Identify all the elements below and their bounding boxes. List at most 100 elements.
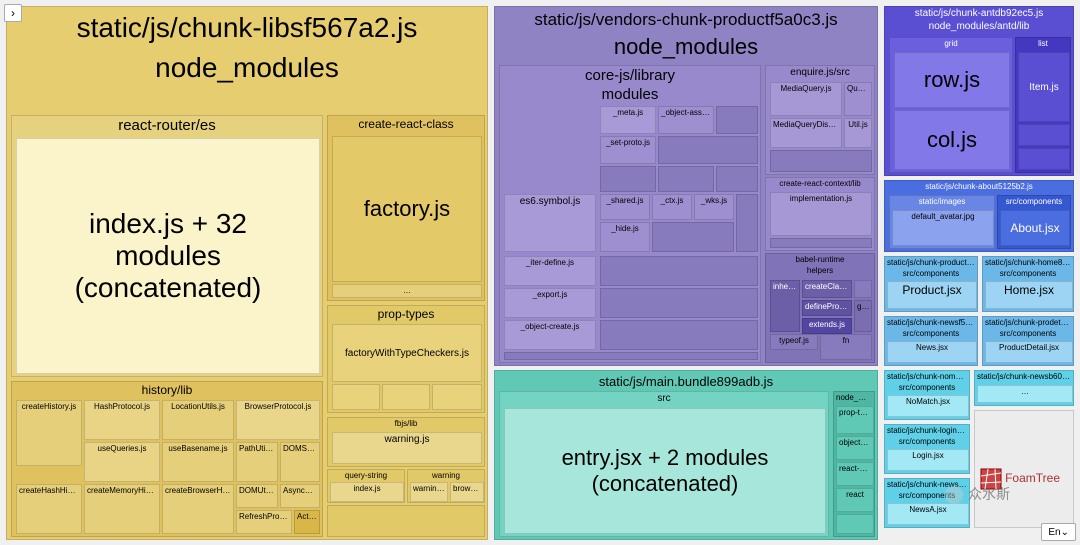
h-hashProtocol[interactable]: HashProtocol.js xyxy=(84,400,160,440)
h-createHashHistory[interactable]: createHashHistory.js xyxy=(16,484,82,534)
antd-list[interactable]: list Item.js xyxy=(1015,37,1071,173)
main-oa[interactable]: object-assign xyxy=(836,436,874,460)
m5[interactable] xyxy=(716,166,758,192)
implementation[interactable]: implementation.js xyxy=(770,192,872,236)
export[interactable]: _export.js xyxy=(504,288,596,318)
h-asyncUtils[interactable]: AsyncUtils.js xyxy=(280,484,320,508)
misc-group[interactable] xyxy=(327,505,485,537)
m7[interactable] xyxy=(652,222,734,252)
h-locationUtils[interactable]: LocationUtils.js xyxy=(162,400,234,440)
inherits[interactable]: inherits.js xyxy=(770,280,800,332)
h-domStorage[interactable]: DOMStateStorage.js xyxy=(280,442,320,482)
antd-grid[interactable]: grid row.js col.js xyxy=(889,37,1013,173)
about-images[interactable]: static/images default_avatar.jpg xyxy=(889,195,995,249)
warning-block[interactable]: warning.js xyxy=(332,432,482,464)
m2[interactable] xyxy=(658,136,758,164)
m-grid3[interactable] xyxy=(600,320,758,350)
qs-index[interactable]: index.js xyxy=(330,482,404,502)
m4[interactable] xyxy=(658,166,714,192)
h-useBasename[interactable]: useBasename.js xyxy=(162,442,234,482)
m1[interactable] xyxy=(716,106,758,134)
wl-browser[interactable]: browser.js xyxy=(450,482,484,502)
crc-group[interactable]: create-react-context/lib implementation.… xyxy=(765,177,875,251)
h-createMemoryHistory[interactable]: createMemoryHistory.js xyxy=(84,484,160,534)
main-rdom[interactable]: react-dom xyxy=(836,462,874,486)
create-react-class-group[interactable]: create-react-class factory.js … xyxy=(327,115,485,301)
enquire-group[interactable]: enquire.js/src MediaQuery.js QueryHandle… xyxy=(765,65,875,175)
fn-group[interactable] xyxy=(504,352,758,360)
util[interactable]: Util.js xyxy=(844,118,872,148)
main-src[interactable]: src entry.jsx + 2 modules (concatenated) xyxy=(499,391,829,537)
hide[interactable]: _hide.js xyxy=(600,222,650,252)
nomatch-jsx[interactable]: NoMatch.jsx xyxy=(887,395,969,417)
h-createBrowserHistory[interactable]: createBrowserHistory.js xyxy=(162,484,234,534)
typeof[interactable]: typeof.js xyxy=(770,334,818,350)
set-proto[interactable]: _set-proto.js xyxy=(600,136,656,164)
extends[interactable]: extends.js xyxy=(802,318,852,334)
login-jsx[interactable]: Login.jsx xyxy=(887,449,969,471)
newsb-dots[interactable]: … xyxy=(977,385,1073,403)
chunk-product[interactable]: static/js/chunk-product519b62.js src/com… xyxy=(884,256,978,312)
enq-small[interactable] xyxy=(770,150,872,172)
es6-symbol[interactable]: es6.symbol.js xyxy=(504,194,596,252)
list-s2[interactable] xyxy=(1018,148,1070,170)
iter-define[interactable]: _iter-define.js xyxy=(504,256,596,286)
m6[interactable] xyxy=(736,194,758,252)
row-block[interactable]: row.js xyxy=(894,52,1010,108)
pt-small3[interactable] xyxy=(432,384,482,410)
avatar-block[interactable]: default_avatar.jpg xyxy=(892,210,994,246)
news-jsx[interactable]: News.jsx xyxy=(887,341,977,363)
shared[interactable]: _shared.js xyxy=(600,194,650,220)
entry-block[interactable]: entry.jsx + 2 modules (concatenated) xyxy=(504,408,826,534)
about-jsx[interactable]: About.jsx xyxy=(1000,210,1070,246)
warning-lib-group[interactable]: warning warning.js browser.js xyxy=(407,469,485,503)
newsa-jsx[interactable]: NewsA.jsx xyxy=(887,503,969,525)
chunk-vendors[interactable]: static/js/vendors-chunk-productf5a0c3.js… xyxy=(494,6,878,366)
wks[interactable]: _wks.js xyxy=(694,194,734,220)
factory-checkers[interactable]: factoryWithTypeCheckers.js xyxy=(332,324,482,382)
defineProperty[interactable]: defineProperty.js xyxy=(802,300,852,316)
product-jsx[interactable]: Product.jsx xyxy=(887,281,977,309)
react-router-group[interactable]: react-router/es index.js + 32 modules (c… xyxy=(11,115,323,377)
factory-block[interactable]: factory.js xyxy=(332,136,482,282)
main-bundle[interactable]: static/js/main.bundle899adb.js src entry… xyxy=(494,370,878,540)
chunk-home[interactable]: static/js/chunk-home872427.js src/compon… xyxy=(982,256,1074,312)
h-actions[interactable]: Actions.js xyxy=(294,510,320,534)
main-nm[interactable]: node_modules prop-types object-assign re… xyxy=(833,391,875,537)
querystring-group[interactable]: query-string index.js xyxy=(327,469,405,503)
babel-group[interactable]: babel-runtime helpers createClass.js inh… xyxy=(765,253,875,363)
query-handler[interactable]: QueryHandler.js xyxy=(844,82,872,116)
pt-small2[interactable] xyxy=(382,384,430,410)
about-src[interactable]: src/components About.jsx xyxy=(997,195,1071,249)
m-grid2[interactable] xyxy=(600,288,758,318)
h-domUtils[interactable]: DOMUtils.js xyxy=(236,484,278,508)
chunk-pdetail[interactable]: static/js/chunk-prodetailTceb98.js src/c… xyxy=(982,316,1074,366)
object-assign-mod[interactable]: _object-assign.js xyxy=(658,106,714,134)
history-group[interactable]: history/lib createHistory.js HashProtoco… xyxy=(11,381,323,537)
prop-types-group[interactable]: prop-types factoryWithTypeCheckers.js xyxy=(327,305,485,413)
m-grid1[interactable] xyxy=(600,256,758,286)
col-block[interactable]: col.js xyxy=(894,110,1010,170)
main-react[interactable]: react xyxy=(836,488,874,512)
chunk-news[interactable]: static/js/chunk-newsf58c7a.js src/compon… xyxy=(884,316,978,366)
small-m[interactable] xyxy=(854,280,872,298)
crc-s[interactable] xyxy=(770,238,872,248)
media-query[interactable]: MediaQuery.js xyxy=(770,82,842,116)
home-jsx[interactable]: Home.jsx xyxy=(985,281,1073,309)
chunk-libs[interactable]: static/js/chunk-libsf567a2.js node_modul… xyxy=(6,6,488,540)
meta[interactable]: _meta.js xyxy=(600,106,656,134)
fn[interactable]: fn xyxy=(820,334,872,360)
h-createHistory[interactable]: createHistory.js xyxy=(16,400,82,466)
pdetail-jsx[interactable]: ProductDetail.jsx xyxy=(985,341,1073,363)
item-block[interactable]: Item.js xyxy=(1018,52,1070,122)
sidebar-toggle[interactable]: › xyxy=(4,4,22,22)
h-pathUtils[interactable]: PathUtils.js xyxy=(236,442,278,482)
main-misc[interactable] xyxy=(836,514,874,534)
m3[interactable] xyxy=(600,166,656,192)
ctx[interactable]: _ctx.js xyxy=(652,194,692,220)
main-pt[interactable]: prop-types xyxy=(836,406,874,434)
crc-small[interactable]: … xyxy=(332,284,482,298)
media-query-dispatch[interactable]: MediaQueryDispatch.js xyxy=(770,118,842,148)
chunk-login[interactable]: static/js/chunk-loginf3df2a.js src/compo… xyxy=(884,424,970,474)
fbjs-group[interactable]: fbjs/lib warning.js xyxy=(327,417,485,467)
